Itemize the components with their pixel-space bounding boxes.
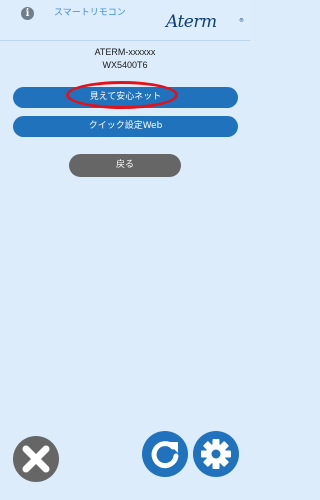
close-button[interactable] (13, 436, 59, 482)
mieru-anshin-net-button[interactable]: 見えて安心ネット (13, 87, 238, 108)
aterm-logo: Aterm ® (166, 10, 246, 36)
settings-button[interactable] (193, 431, 239, 477)
app-title: スマートリモコン (54, 8, 126, 18)
info-icon[interactable]: i (21, 7, 34, 20)
bottom-toolbar (0, 424, 250, 500)
reload-icon (151, 441, 179, 469)
close-icon (22, 445, 50, 473)
logo-text: Aterm (166, 12, 217, 32)
gear-icon (201, 439, 231, 469)
quick-settings-web-button[interactable]: クイック設定Web (13, 116, 238, 137)
device-model: WX5400T6 (102, 60, 148, 70)
reload-button[interactable] (142, 431, 188, 477)
registered-mark: ® (239, 18, 244, 24)
device-name: ATERM-xxxxxx (94, 47, 156, 57)
back-button[interactable]: 戻る (69, 154, 181, 177)
app-header: i スマートリモコン Aterm ® (0, 0, 250, 41)
